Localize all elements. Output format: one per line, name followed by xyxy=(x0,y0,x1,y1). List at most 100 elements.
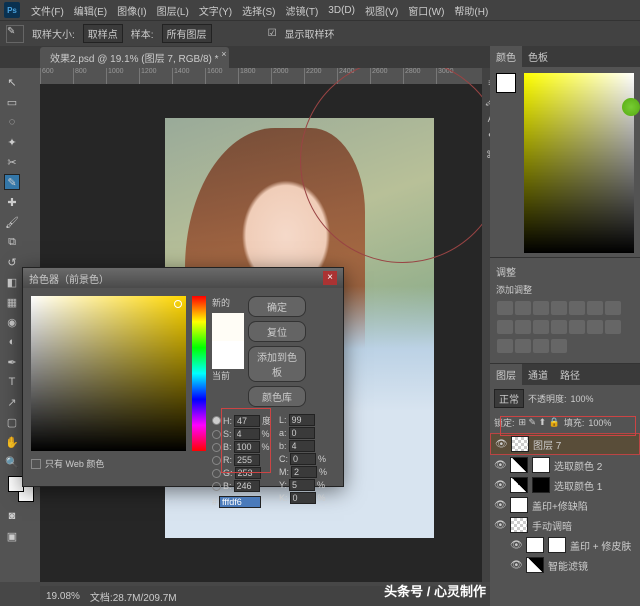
adj-icon[interactable] xyxy=(515,301,531,315)
adj-icon[interactable] xyxy=(533,320,549,334)
reset-button[interactable]: 复位 xyxy=(248,321,306,342)
menu-image[interactable]: 图像(I) xyxy=(112,3,151,18)
path-tool[interactable]: ↗ xyxy=(4,394,20,410)
color-lib-button[interactable]: 颜色库 xyxy=(248,386,306,407)
panel-fg-color[interactable] xyxy=(496,73,516,93)
y-input[interactable] xyxy=(289,479,315,491)
layer-row[interactable]: 👁智能滤镜 xyxy=(490,555,640,575)
adj-icon[interactable] xyxy=(605,320,621,334)
screenmode-tool[interactable]: ▣ xyxy=(4,528,20,544)
gradient-tool[interactable]: ▦ xyxy=(4,294,20,310)
bv-radio[interactable] xyxy=(212,482,221,491)
marquee-tool[interactable]: ▭ xyxy=(4,94,20,110)
hue-slider[interactable] xyxy=(192,296,206,451)
s-radio[interactable] xyxy=(212,430,221,439)
stamp-tool[interactable]: ⧉ xyxy=(4,234,20,250)
menu-select[interactable]: 选择(S) xyxy=(237,3,280,18)
document-tab[interactable]: 效果2.psd @ 19.1% (图层 7, RGB/8) *× xyxy=(40,47,229,68)
layer-row[interactable]: 👁选取颜色 2 xyxy=(490,455,640,475)
dodge-tool[interactable]: ◐ xyxy=(4,334,20,350)
menu-type[interactable]: 文字(Y) xyxy=(194,3,237,18)
adj-icon[interactable] xyxy=(533,301,549,315)
tab-swatch[interactable]: 色板 xyxy=(522,46,554,67)
pen-tool[interactable]: ✒ xyxy=(4,354,20,370)
bv-input[interactable] xyxy=(234,480,260,492)
close-icon[interactable]: × xyxy=(221,49,226,59)
brush-tool[interactable]: 🖌 xyxy=(4,214,20,230)
move-tool[interactable]: ↖ xyxy=(4,74,20,90)
adj-icon[interactable] xyxy=(515,320,531,334)
menu-layer[interactable]: 图层(L) xyxy=(152,3,194,18)
layer-row[interactable]: 👁手动调暗 xyxy=(490,515,640,535)
color-picker-titlebar[interactable]: 拾色器（前景色） × xyxy=(23,268,343,288)
close-icon[interactable]: × xyxy=(323,271,337,285)
adj-icon[interactable] xyxy=(605,301,621,315)
r-radio[interactable] xyxy=(212,456,221,465)
visibility-icon[interactable]: 👁 xyxy=(494,480,506,491)
adj-icon[interactable] xyxy=(587,301,603,315)
layer-row[interactable]: 👁盖印 + 修皮肤 xyxy=(490,535,640,555)
b-radio[interactable] xyxy=(212,443,221,452)
color-spectrum[interactable] xyxy=(524,73,634,253)
adj-icon[interactable] xyxy=(497,339,513,353)
history-tool[interactable]: ↺ xyxy=(4,254,20,270)
visibility-icon[interactable]: 👁 xyxy=(510,540,522,551)
lb-input[interactable] xyxy=(289,440,315,452)
visibility-icon[interactable]: 👁 xyxy=(495,439,507,450)
eyedropper-tool[interactable]: ✎ xyxy=(4,174,20,190)
zoom-tool[interactable]: 🔍 xyxy=(4,454,20,470)
ok-button[interactable]: 确定 xyxy=(248,296,306,317)
menu-edit[interactable]: 编辑(E) xyxy=(69,3,112,18)
adj-icon[interactable] xyxy=(497,320,513,334)
eraser-tool[interactable]: ◧ xyxy=(4,274,20,290)
type-tool[interactable]: T xyxy=(4,374,20,390)
shape-tool[interactable]: ▢ xyxy=(4,414,20,430)
heal-tool[interactable]: ✚ xyxy=(4,194,20,210)
lasso-tool[interactable]: ◌ xyxy=(4,114,20,130)
visibility-icon[interactable]: 👁 xyxy=(494,500,506,511)
menu-view[interactable]: 视图(V) xyxy=(360,3,403,18)
adj-icon[interactable] xyxy=(569,320,585,334)
adj-icon[interactable] xyxy=(569,301,585,315)
blur-tool[interactable]: ◉ xyxy=(4,314,20,330)
menu-window[interactable]: 窗口(W) xyxy=(403,3,449,18)
c-input[interactable] xyxy=(290,453,316,465)
adj-icon[interactable] xyxy=(551,339,567,353)
crop-tool[interactable]: ✂ xyxy=(4,154,20,170)
sample-size-select[interactable]: 取样点 xyxy=(83,24,123,43)
visibility-icon[interactable]: 👁 xyxy=(494,460,506,471)
k-input[interactable] xyxy=(290,492,316,504)
layer-row[interactable]: 👁选取颜色 1 xyxy=(490,475,640,495)
adj-icon[interactable] xyxy=(551,320,567,334)
adj-icon[interactable] xyxy=(515,339,531,353)
adj-icon[interactable] xyxy=(533,339,549,353)
quickmask-tool[interactable]: ◙ xyxy=(4,508,20,524)
adj-icon[interactable] xyxy=(551,301,567,315)
h-radio[interactable] xyxy=(212,416,221,425)
menu-file[interactable]: 文件(F) xyxy=(26,3,69,18)
layer-row[interactable]: 👁图层 7 xyxy=(490,433,640,455)
opacity-value[interactable]: 100% xyxy=(571,394,594,404)
web-only-checkbox[interactable] xyxy=(31,459,41,469)
menu-3d[interactable]: 3D(D) xyxy=(323,5,360,16)
g-radio[interactable] xyxy=(212,469,221,478)
l-input[interactable] xyxy=(289,414,315,426)
a-input[interactable] xyxy=(289,427,315,439)
sample-layer-select[interactable]: 所有图层 xyxy=(162,24,212,43)
eyedropper-icon[interactable]: ✎ xyxy=(6,25,24,43)
m-input[interactable] xyxy=(291,466,317,478)
hand-tool[interactable]: ✋ xyxy=(4,434,20,450)
adj-icon[interactable] xyxy=(497,301,513,315)
visibility-icon[interactable]: 👁 xyxy=(494,520,506,531)
hex-input[interactable] xyxy=(219,496,261,508)
zoom-level[interactable]: 19.08% xyxy=(46,591,80,602)
layer-row[interactable]: 👁盖印+修缺陷 xyxy=(490,495,640,515)
tab-layers[interactable]: 图层 xyxy=(490,364,522,385)
show-ring-checkbox[interactable]: ☑ xyxy=(268,28,277,39)
tab-paths[interactable]: 路径 xyxy=(554,364,586,385)
menu-help[interactable]: 帮助(H) xyxy=(449,3,493,18)
menu-filter[interactable]: 滤镜(T) xyxy=(281,3,324,18)
adj-icon[interactable] xyxy=(587,320,603,334)
tab-channels[interactable]: 通道 xyxy=(522,364,554,385)
blend-mode-select[interactable]: 正常 xyxy=(494,389,524,408)
